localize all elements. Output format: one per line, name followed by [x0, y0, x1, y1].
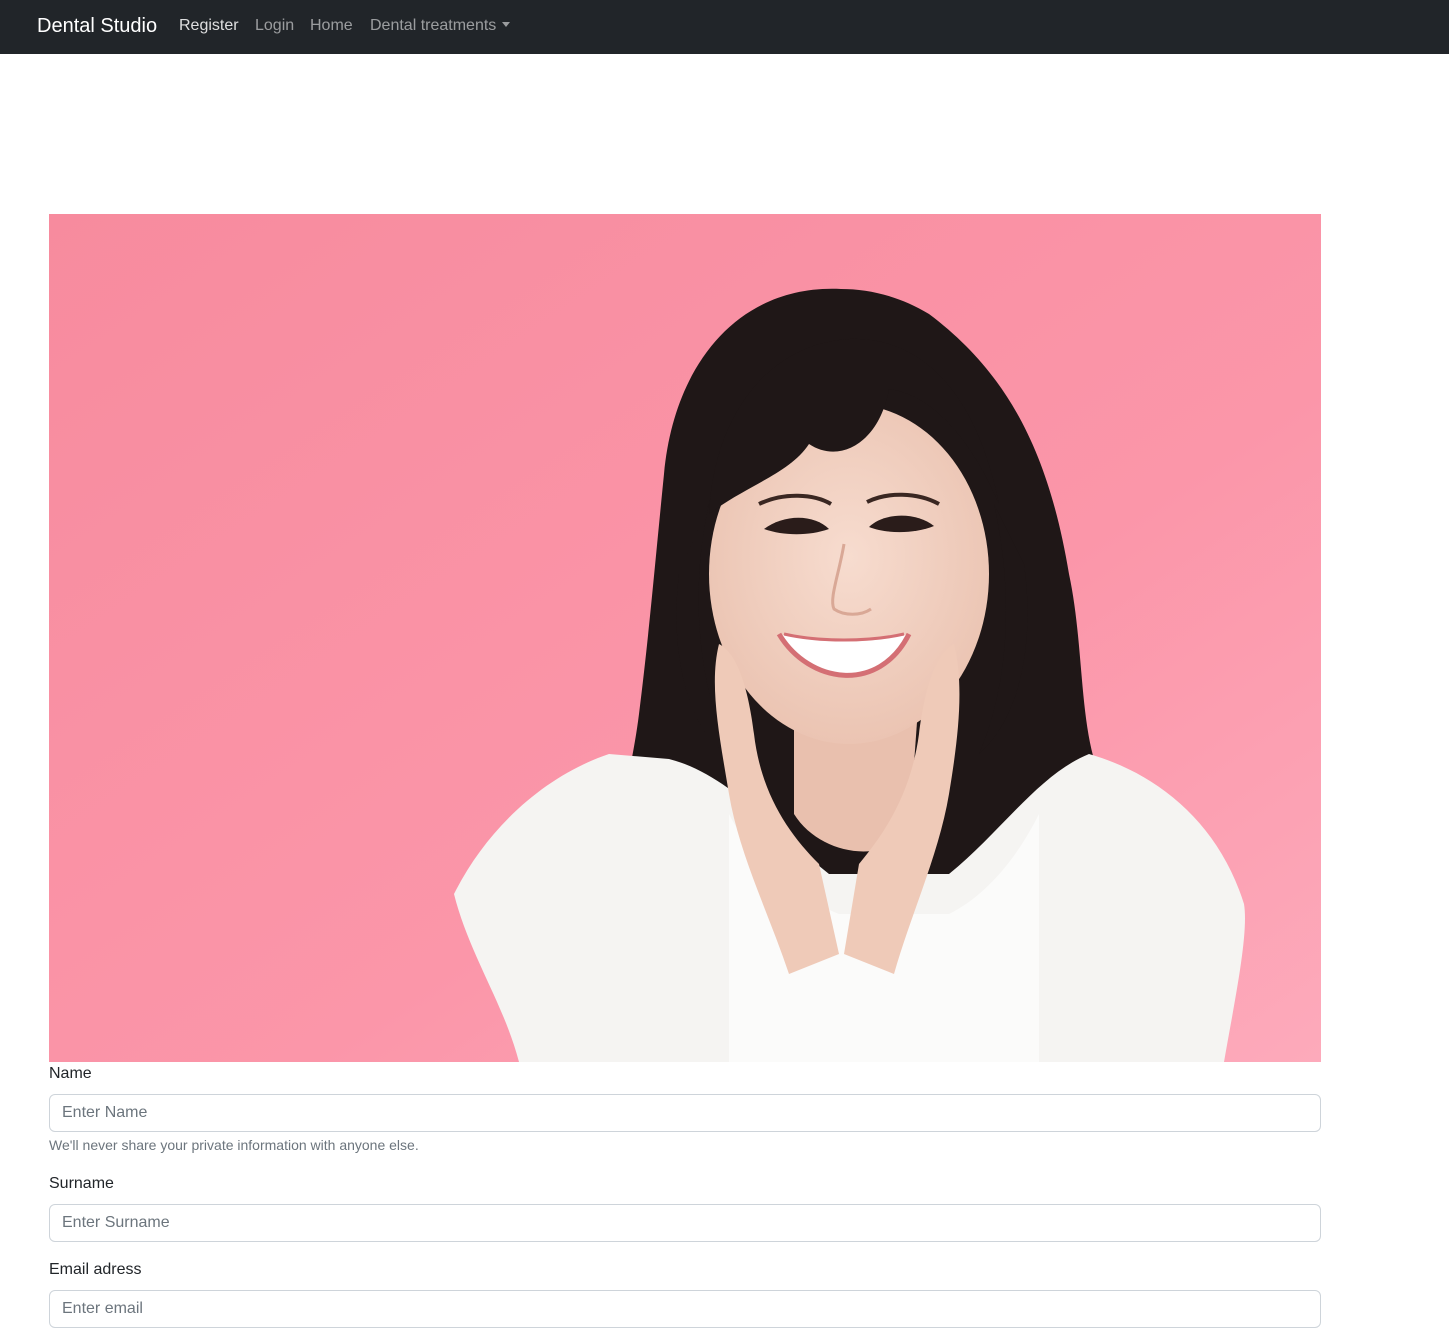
navbar: Dental Studio Register Login Home Dental… [0, 0, 1449, 54]
smiling-woman-photo [49, 214, 1321, 1062]
caret-down-icon [502, 22, 511, 27]
email-label: Email adress [49, 1261, 142, 1278]
nav-dental-treatments-dropdown[interactable]: Dental treatments [370, 15, 511, 37]
surname-label: Surname [49, 1175, 114, 1192]
email-input[interactable] [49, 1290, 1321, 1328]
nav-register-link[interactable]: Register [179, 15, 239, 37]
nav-home-link[interactable]: Home [310, 15, 353, 37]
nav-dental-treatments-label: Dental treatments [370, 17, 497, 34]
brand-link[interactable]: Dental Studio [37, 13, 157, 39]
name-input[interactable] [49, 1094, 1321, 1132]
surname-input[interactable] [49, 1204, 1321, 1242]
name-label: Name [49, 1065, 92, 1082]
hero-image [49, 214, 1321, 1062]
name-help-text: We'll never share your private informati… [49, 1137, 419, 1153]
nav-login-link[interactable]: Login [255, 15, 294, 37]
